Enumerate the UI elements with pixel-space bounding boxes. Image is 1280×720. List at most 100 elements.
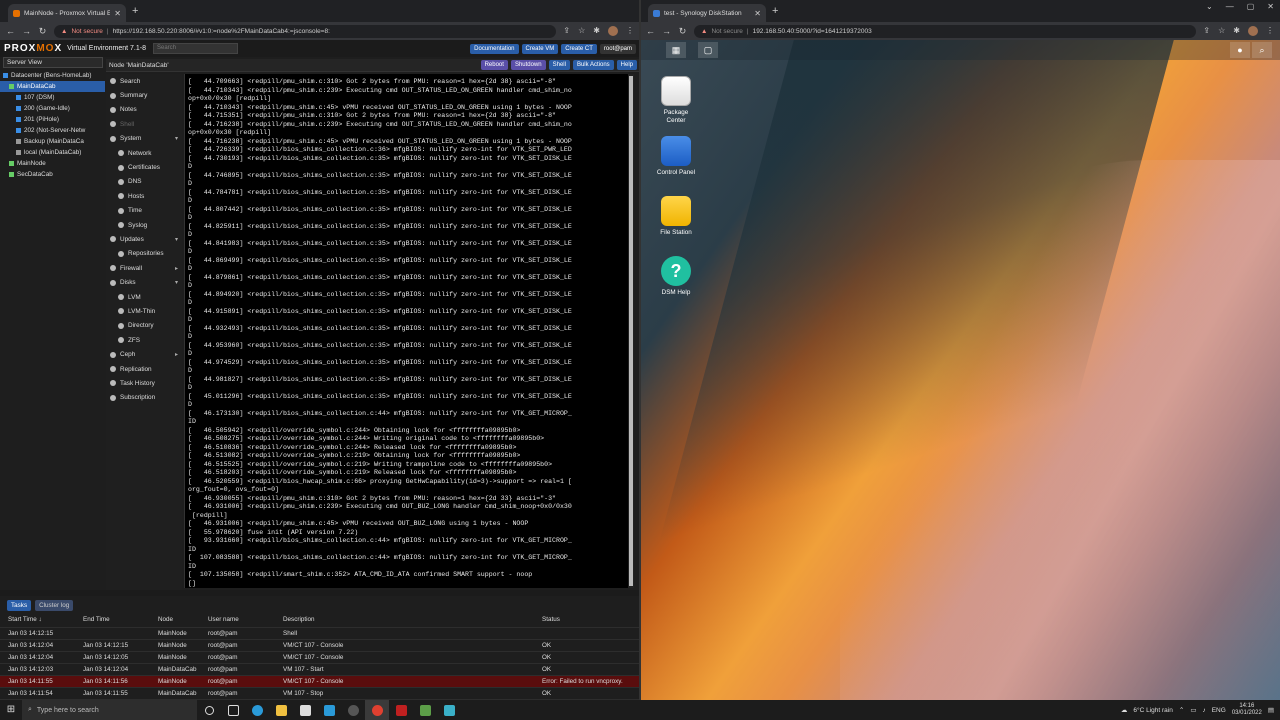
close-tab-icon[interactable]: ✕ — [114, 9, 121, 18]
clock[interactable]: 14:16 03/01/2022 — [1232, 703, 1262, 717]
server-view-select[interactable]: Server View — [3, 57, 103, 68]
shell-button[interactable]: Shell — [548, 60, 570, 70]
tree-item[interactable]: 107 (DSM) — [0, 92, 105, 103]
new-tab-icon[interactable]: + — [772, 5, 778, 17]
notepad-icon[interactable] — [413, 700, 437, 720]
panel-splitter[interactable] — [0, 590, 640, 596]
address-field[interactable]: ▲ Not secure | 192.168.50.40:5000/?id=16… — [694, 24, 1197, 38]
menu-item[interactable]: Hosts — [106, 189, 182, 203]
task-view-icon[interactable] — [221, 700, 245, 720]
table-row[interactable]: Jan 03 14:12:03 Jan 03 14:12:04 MainDataCa… — [0, 664, 640, 676]
synology-tab[interactable]: test - Synology DiskStation ✕ — [648, 4, 766, 22]
create-vm-button[interactable]: Create VM — [521, 43, 559, 54]
menu-item[interactable]: Notes — [106, 103, 182, 117]
menu-item[interactable]: Repositories — [106, 247, 182, 261]
chevron-up-icon[interactable]: ⌃ — [1179, 706, 1184, 714]
table-row[interactable]: Jan 03 14:12:15 MainNode root@pam Shell — [0, 628, 640, 640]
tree-item[interactable]: SecDataCab — [0, 169, 105, 180]
bulk-actions-button[interactable]: Bulk Actions — [572, 60, 614, 70]
reload-icon[interactable]: ↻ — [678, 26, 687, 37]
edge-icon[interactable] — [245, 700, 269, 720]
back-icon[interactable]: ← — [6, 26, 15, 36]
menu-item[interactable]: Ceph ▸ — [106, 347, 182, 361]
column-header[interactable]: Description — [283, 616, 315, 623]
tree-item[interactable]: 200 (Game-Idle) — [0, 103, 105, 114]
menu-dots-icon[interactable]: ⋮ — [1266, 26, 1274, 36]
menu-item[interactable]: ZFS — [106, 333, 182, 347]
tab-tasks[interactable]: Tasks — [7, 599, 32, 611]
menu-item[interactable]: Directory — [106, 319, 182, 333]
menu-item[interactable]: Syslog — [106, 218, 182, 232]
maximize-icon[interactable]: ▢ — [1247, 2, 1255, 11]
menu-item[interactable]: Replication — [106, 362, 182, 376]
console-scrollbar[interactable] — [628, 74, 634, 588]
column-header[interactable]: Start Time ↓ — [8, 616, 42, 623]
dsm-help-shortcut[interactable]: ? DSM Help — [656, 256, 696, 297]
cortana-icon[interactable] — [197, 700, 221, 720]
app-icon[interactable] — [437, 700, 461, 720]
weather-icon[interactable]: ☁ — [1121, 706, 1128, 714]
reload-icon[interactable]: ↻ — [38, 26, 47, 37]
file-explorer-icon[interactable] — [269, 700, 293, 720]
chrome-icon[interactable] — [365, 700, 389, 720]
menu-dots-icon[interactable]: ⋮ — [626, 26, 634, 36]
menu-item[interactable]: Updates ▾ — [106, 232, 182, 246]
address-field[interactable]: ▲ Not secure | https://192.168.50.220:80… — [54, 24, 557, 38]
expand-arrow-icon[interactable]: ▾ — [175, 135, 178, 142]
create-ct-button[interactable]: Create CT — [561, 43, 597, 54]
user-icon[interactable]: ● — [1230, 42, 1250, 58]
menu-item[interactable]: Subscription — [106, 391, 182, 405]
expand-arrow-icon[interactable]: ▸ — [175, 265, 178, 272]
menu-item[interactable]: Firewall ▸ — [106, 261, 182, 275]
star-icon[interactable]: ☆ — [1218, 26, 1225, 36]
column-header[interactable]: Status — [542, 616, 560, 623]
user-menu-button[interactable]: root@pam — [599, 43, 636, 54]
column-header[interactable]: Node — [158, 616, 173, 623]
tree-item[interactable]: Backup (MainDataCa — [0, 136, 105, 147]
proxmox-tab[interactable]: MainNode - Proxmox Virtual Env ✕ — [8, 4, 126, 22]
help-button[interactable]: Help — [616, 60, 637, 70]
reboot-button[interactable]: Reboot — [480, 60, 508, 70]
network-icon[interactable]: ▭ — [1190, 706, 1196, 714]
forward-icon[interactable]: → — [22, 26, 31, 36]
mail-icon[interactable] — [317, 700, 341, 720]
extensions-icon[interactable]: ✱ — [593, 26, 600, 36]
window-icon[interactable]: ▢ — [698, 42, 718, 58]
column-header[interactable]: User name — [208, 616, 239, 623]
menu-item[interactable]: Search — [106, 74, 182, 88]
expand-arrow-icon[interactable]: ▸ — [175, 351, 178, 358]
close-window-icon[interactable]: ✕ — [1267, 2, 1274, 11]
expand-arrow-icon[interactable]: ▾ — [175, 279, 178, 286]
expand-arrow-icon[interactable]: ▾ — [175, 236, 178, 243]
shutdown-button[interactable]: Shutdown — [510, 60, 546, 70]
language-indicator[interactable]: ENG — [1212, 707, 1226, 714]
tree-item[interactable]: local (MainDataCab) — [0, 147, 105, 158]
search-icon[interactable]: ⌕ — [1252, 42, 1272, 58]
tree-item[interactable]: MainDataCab — [0, 81, 105, 92]
menu-item[interactable]: Certificates — [106, 160, 182, 174]
menu-item[interactable]: Shell — [106, 117, 182, 131]
menu-item[interactable]: LVM-Thin — [106, 304, 182, 318]
windows-start-icon[interactable]: ⊞ — [0, 700, 22, 720]
taskbar-search[interactable]: ⌕ Type here to search — [22, 700, 197, 720]
volume-icon[interactable]: ♪ — [1202, 707, 1205, 714]
tree-item[interactable]: MainNode — [0, 158, 105, 169]
table-row[interactable]: Jan 03 14:11:54 Jan 03 14:11:55 MainDataCa… — [0, 688, 640, 700]
back-icon[interactable]: ← — [646, 26, 655, 36]
star-icon[interactable]: ☆ — [578, 26, 585, 36]
shell-console[interactable]: [ 44.709663] <redpill/pmu_shim.c:310> Go… — [184, 74, 634, 588]
filezilla-icon[interactable] — [389, 700, 413, 720]
documentation-button[interactable]: Documentation — [470, 43, 519, 54]
menu-item[interactable]: Time — [106, 204, 182, 218]
menu-item[interactable]: Disks ▾ — [106, 275, 182, 289]
forward-icon[interactable]: → — [662, 26, 671, 36]
package-center-shortcut[interactable]: Package Center — [656, 76, 696, 125]
obs-icon[interactable] — [341, 700, 365, 720]
tree-item[interactable]: Datacenter (Bens-HomeLab) — [0, 70, 105, 81]
table-row[interactable]: Jan 03 14:12:04 Jan 03 14:12:15 MainNode ro… — [0, 640, 640, 652]
table-row[interactable]: Jan 03 14:12:04 Jan 03 14:12:05 MainNode ro… — [0, 652, 640, 664]
weather-text[interactable]: 6°C Light rain — [1133, 707, 1172, 714]
extensions-icon[interactable]: ✱ — [1233, 26, 1240, 36]
menu-item[interactable]: DNS — [106, 175, 182, 189]
share-icon[interactable]: ⇪ — [1203, 26, 1210, 36]
